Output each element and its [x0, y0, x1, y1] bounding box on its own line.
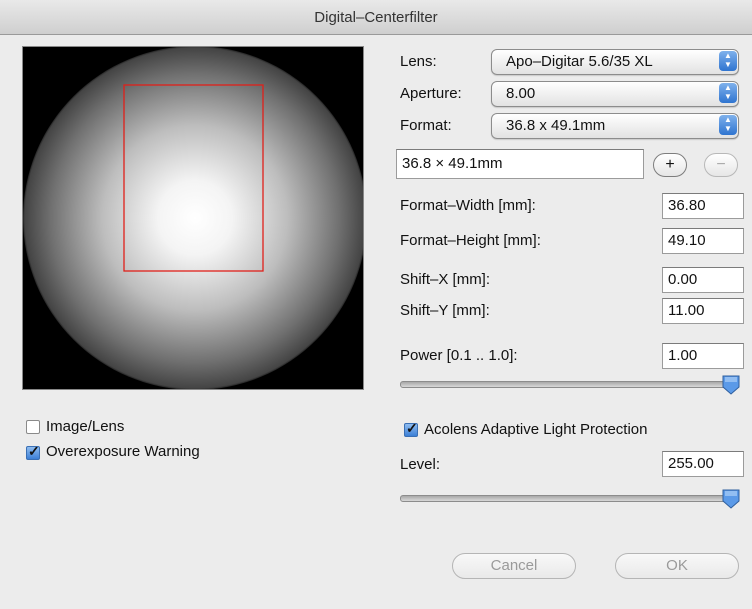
- up-down-arrows-icon: ▲ ▼: [719, 51, 737, 71]
- format-popup[interactable]: 36.8 x 49.1mm ▲ ▼: [491, 113, 739, 139]
- power-label: Power [0.1 .. 1.0]:: [400, 347, 518, 364]
- shift-x-label: Shift–X [mm]:: [400, 271, 491, 288]
- level-label: Level:: [400, 456, 441, 473]
- aperture-label: Aperture:: [400, 85, 462, 102]
- format-height-label: Format–Height [mm]:: [400, 232, 541, 249]
- overexposure-warning-label: Overexposure Warning: [46, 443, 200, 460]
- cancel-button[interactable]: Cancel: [452, 553, 576, 579]
- format-name-field[interactable]: 36.8 × 49.1mm: [396, 149, 644, 179]
- power-slider[interactable]: [400, 381, 735, 388]
- image-lens-checkbox[interactable]: [26, 420, 40, 434]
- alp-checkbox[interactable]: [404, 420, 418, 437]
- up-down-arrows-icon: ▲ ▼: [719, 115, 737, 135]
- lens-popup[interactable]: Apo–Digitar 5.6/35 XL ▲ ▼: [491, 49, 739, 75]
- format-width-label: Format–Width [mm]:: [400, 197, 536, 214]
- format-label: Format:: [400, 117, 452, 134]
- shift-y-field[interactable]: 11.00: [662, 298, 744, 324]
- lens-value: Apo–Digitar 5.6/35 XL: [506, 53, 653, 70]
- level-field[interactable]: 255.00: [662, 451, 744, 477]
- add-format-button[interactable]: +: [653, 153, 687, 177]
- shift-y-label: Shift–Y [mm]:: [400, 302, 490, 319]
- ok-button[interactable]: OK: [615, 553, 739, 579]
- overexposure-warning-checkbox[interactable]: [26, 443, 40, 460]
- remove-format-button[interactable]: −: [704, 153, 738, 177]
- power-field[interactable]: 1.00: [662, 343, 744, 369]
- alp-label: Acolens Adaptive Light Protection: [424, 421, 648, 438]
- preview-image: [23, 47, 363, 389]
- level-slider[interactable]: [400, 495, 735, 502]
- window-title: Digital–Centerfilter: [0, 0, 752, 35]
- power-slider-thumb-icon[interactable]: [721, 374, 741, 396]
- image-lens-label: Image/Lens: [46, 418, 125, 435]
- aperture-popup[interactable]: 8.00 ▲ ▼: [491, 81, 739, 107]
- lens-label: Lens:: [400, 53, 437, 70]
- level-slider-thumb-icon[interactable]: [721, 488, 741, 510]
- aperture-value: 8.00: [506, 85, 536, 102]
- vignetting-preview: [22, 46, 364, 390]
- format-width-field[interactable]: 36.80: [662, 193, 744, 219]
- format-value: 36.8 x 49.1mm: [506, 117, 606, 134]
- shift-x-field[interactable]: 0.00: [662, 267, 744, 293]
- up-down-arrows-icon: ▲ ▼: [719, 83, 737, 103]
- format-height-field[interactable]: 49.10: [662, 228, 744, 254]
